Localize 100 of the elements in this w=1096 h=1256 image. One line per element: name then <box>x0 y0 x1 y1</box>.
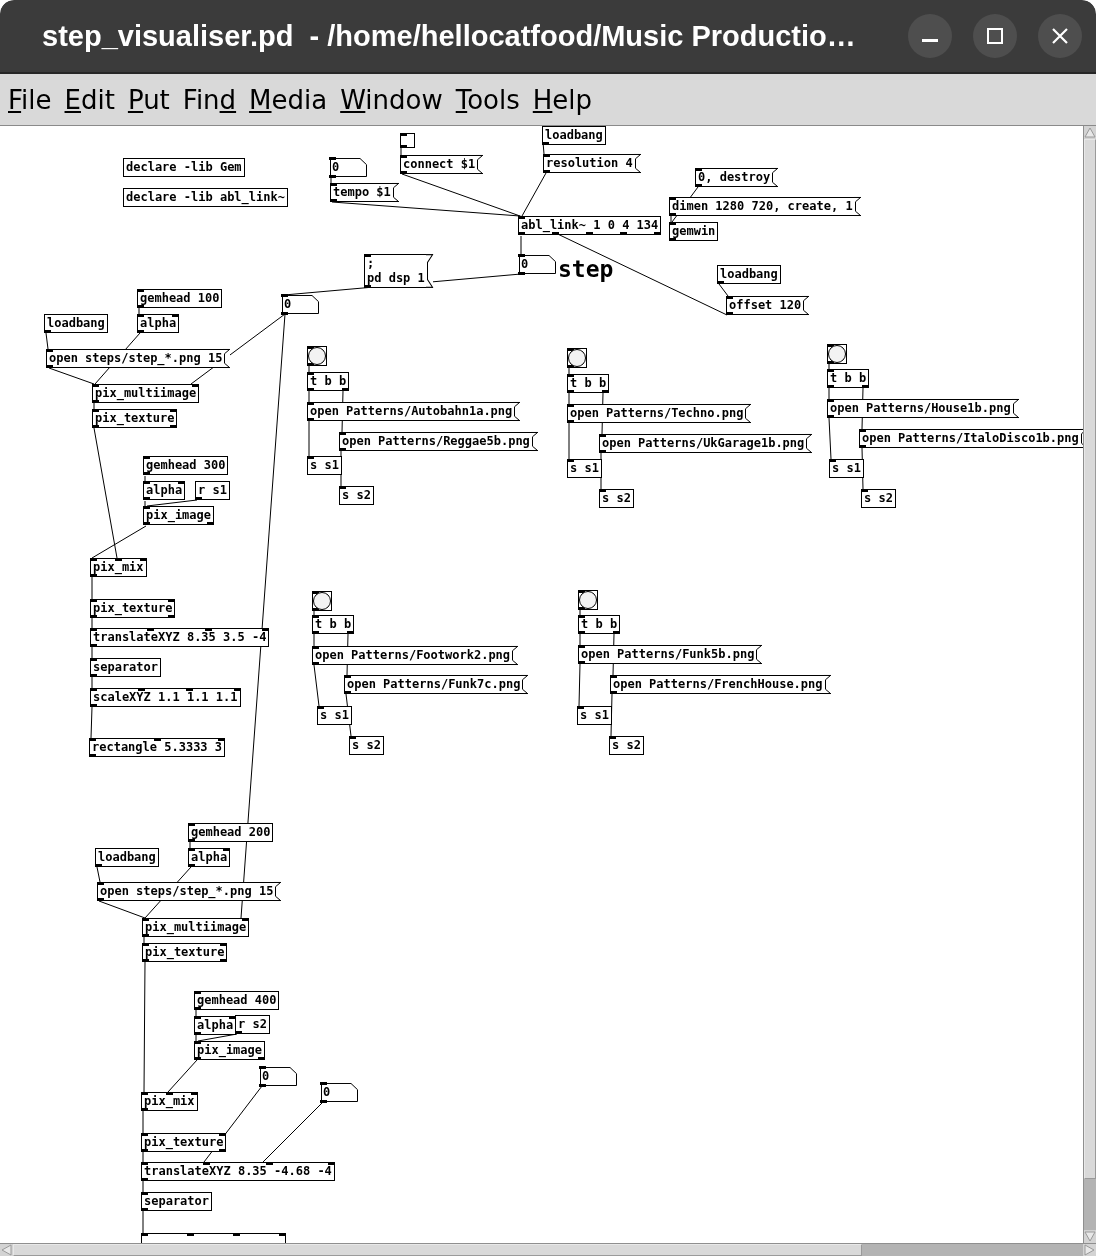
message-box[interactable]: open Patterns/Funk7c.png <box>344 675 529 694</box>
object-box: loadbang <box>717 265 781 284</box>
bang-button[interactable] <box>312 591 332 611</box>
minimize-icon <box>922 39 938 42</box>
object-box: declare -lib abl_link~ <box>123 188 288 207</box>
object-box: translateXYZ 8.35 -4.68 -4 <box>141 1162 335 1181</box>
menu-item[interactable]: Tools <box>455 84 520 115</box>
object-box: t b b <box>312 615 355 634</box>
object-box: pix_mix <box>90 558 147 577</box>
circle-icon <box>308 347 326 365</box>
object-box: t b b <box>827 369 870 388</box>
object-box: pix_image <box>143 506 215 525</box>
bang-button[interactable] <box>578 590 598 610</box>
message-box[interactable]: open Patterns/UkGarage1b.png <box>599 434 813 453</box>
object-box: s s2 <box>861 489 896 508</box>
patch-cord <box>828 417 832 460</box>
object-box: separator <box>90 658 162 677</box>
menu-item[interactable]: Find <box>182 84 237 115</box>
message-box[interactable]: connect $1 <box>400 155 484 174</box>
number-box[interactable]: 0 <box>321 1083 358 1102</box>
message-box[interactable]: open Patterns/Techno.png <box>567 404 752 423</box>
message-box[interactable]: resolution 4 <box>543 154 641 173</box>
menu-item[interactable]: Help <box>532 84 593 115</box>
message-box[interactable]: open Patterns/FrenchHouse.png <box>610 675 831 694</box>
object-box: t b b <box>307 372 350 391</box>
object-box: s s2 <box>349 736 384 755</box>
object-box: loadbang <box>95 848 159 867</box>
message-box[interactable]: open steps/step_*.png 15 <box>46 349 231 368</box>
object-box: loadbang <box>542 126 606 145</box>
menu-item[interactable]: Put <box>127 84 170 115</box>
message-box[interactable]: tempo $1 <box>330 183 399 202</box>
object-box: s s2 <box>339 486 374 505</box>
object-box: loadbang <box>44 314 108 333</box>
object-box: s s2 <box>609 736 644 755</box>
minimize-button[interactable] <box>908 14 952 58</box>
object-box: gemhead 400 <box>194 991 280 1010</box>
message-box[interactable]: open Patterns/Funk5b.png <box>578 645 763 664</box>
number-box[interactable]: 0 <box>282 295 319 314</box>
bang-button[interactable] <box>307 346 327 366</box>
object-box: gemhead 100 <box>137 289 223 308</box>
object-box: alpha <box>194 1016 237 1035</box>
close-button[interactable] <box>1038 14 1082 58</box>
object-box: pix_texture <box>142 943 228 962</box>
circle-icon <box>579 591 597 609</box>
object-box: separator <box>141 1192 213 1211</box>
message-box[interactable]: open Patterns/Footwork2.png <box>312 646 519 665</box>
object-box: pix_texture <box>92 409 178 428</box>
message-box[interactable]: open Patterns/House1b.png <box>827 399 1019 418</box>
toggle-box[interactable] <box>400 133 415 148</box>
patch-cord <box>90 706 93 739</box>
window-title: step_visualiser.pd - /home/hellocatfood/Music Productio… <box>42 19 857 53</box>
message-box[interactable]: open Patterns/ItaloDisco1b.png <box>859 429 1083 448</box>
object-box: alpha <box>188 848 231 867</box>
message-box[interactable]: dimen 1280 720, create, 1 <box>669 197 861 216</box>
object-box: t b b <box>578 615 621 634</box>
object-box: declare -lib Gem <box>123 158 245 177</box>
menu-item[interactable]: File <box>8 84 52 115</box>
object-box: s s1 <box>317 706 352 725</box>
close-icon <box>1052 28 1068 44</box>
message-box[interactable]: open steps/step_*.png 15 <box>97 882 282 901</box>
object-box: pix_multiimage <box>92 384 200 403</box>
patch-cord <box>578 663 581 707</box>
object-box: translateXYZ 8.35 3.5 -4 <box>90 628 270 647</box>
object-box: pix_texture <box>90 599 176 618</box>
bang-button[interactable] <box>827 344 847 364</box>
object-box: r s1 <box>195 481 230 500</box>
message-box[interactable]: offset 120 <box>726 296 810 315</box>
message-box[interactable]: open Patterns/Autobahn1a.png <box>307 402 521 421</box>
patch-cord <box>313 664 320 707</box>
patch-cord <box>96 866 101 883</box>
object-box: s s1 <box>577 706 612 725</box>
circle-icon <box>828 345 846 363</box>
menu-item[interactable]: Media <box>249 84 328 115</box>
object-box: pix_mix <box>141 1092 198 1111</box>
horizontal-scrollbar[interactable] <box>0 1243 1096 1256</box>
object-box: pix_texture <box>141 1133 227 1152</box>
object-box: scaleXYZ 1.1 1.1 1.1 <box>90 688 241 707</box>
circle-icon <box>568 349 586 367</box>
number-box[interactable]: 0 <box>330 158 367 177</box>
object-box: pix_multiimage <box>142 918 250 937</box>
patch-cord <box>262 1101 324 1163</box>
message-box[interactable]: 0, destroy <box>695 168 779 187</box>
object-box: t b b <box>567 374 610 393</box>
object-box: s s2 <box>599 489 634 508</box>
message-box[interactable]: open Patterns/Reggae5b.png <box>339 432 538 451</box>
patch-cord <box>167 1059 198 1093</box>
scrollbar-thumb[interactable] <box>13 1244 862 1256</box>
maximize-icon <box>987 28 1003 44</box>
menu-item[interactable]: Window <box>340 84 443 115</box>
object-box: alpha <box>137 314 180 333</box>
object-box: pix_image <box>194 1041 266 1060</box>
menu-item[interactable]: Edit <box>64 84 115 115</box>
bang-button[interactable] <box>567 348 587 368</box>
message-box[interactable]: ; pd dsp 1 <box>364 254 433 288</box>
number-box[interactable]: 0 <box>260 1067 297 1086</box>
maximize-button[interactable] <box>973 14 1017 58</box>
patch-cord <box>45 332 49 350</box>
object-box: r s2 <box>235 1015 270 1034</box>
object-box: s s1 <box>307 456 342 475</box>
object-box: rectangle 5.3333 3 <box>89 738 226 757</box>
